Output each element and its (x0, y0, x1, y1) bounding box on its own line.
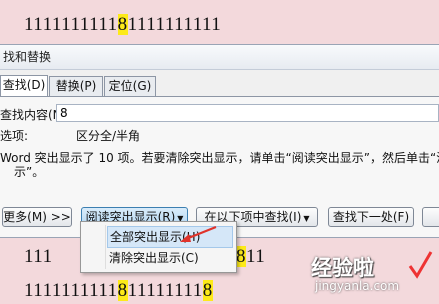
document-line: 111 (24, 246, 53, 268)
find-next-button[interactable]: 查找下一处(F) (328, 207, 414, 227)
highlighted-match: 8 (117, 280, 128, 301)
checkmark-logo-icon (408, 251, 433, 279)
tab-find[interactable]: 查找(D) (0, 75, 48, 97)
options-label: 选项: (0, 129, 29, 143)
tab-goto[interactable]: 定位(G) (104, 76, 156, 96)
highlighted-match: 8 (117, 14, 128, 35)
message-line: Word 突出显示了 10 项。若要清除突出显示，请单击“阅读突出显示”，然后单… (0, 151, 439, 165)
find-input[interactable] (56, 104, 439, 122)
message-line: 示”。 (14, 165, 45, 179)
tab-replace[interactable]: 替换(P) (49, 76, 103, 96)
site-watermark: 经验啦 jingyanla.com (311, 251, 433, 296)
document-line: 111111111181111111111 (24, 14, 221, 36)
highlighted-match: 8 (236, 246, 246, 267)
document-text: 1111111111 (24, 280, 118, 301)
document-line: 811 (236, 246, 265, 268)
document-text: 11 (246, 246, 266, 267)
red-arrow-icon (180, 225, 217, 242)
document-text: 1111111111 (24, 14, 118, 35)
document-text: 11111111 (127, 280, 203, 301)
document-text: 111 (24, 246, 53, 267)
watermark-title: 经验啦 (311, 256, 374, 280)
watermark-url: jingyanla.com (315, 279, 400, 293)
highlighted-match: 8 (202, 280, 213, 301)
dropdown-caret-icon: ▼ (303, 214, 310, 223)
document-text: 1111111111 (127, 14, 222, 35)
menu-separator (105, 225, 106, 269)
more-button[interactable]: 更多(M) >> (2, 207, 72, 227)
result-message: Word 突出显示了 10 项。若要清除突出显示，请单击“阅读突出显示”，然后单… (0, 151, 439, 179)
menu-item-clear-highlight[interactable]: 清除突出显示(C) (109, 248, 199, 268)
find-replace-dialog: 找和替换 查找(D) 替换(P) 定位(G) 查找内容(N): 选项: 区分全/… (0, 44, 439, 238)
cancel-button[interactable] (422, 207, 439, 227)
dialog-title: 找和替换 (0, 45, 439, 70)
options-value: 区分全/半角 (76, 129, 141, 143)
document-line: 11111111118111111118 (24, 280, 213, 302)
